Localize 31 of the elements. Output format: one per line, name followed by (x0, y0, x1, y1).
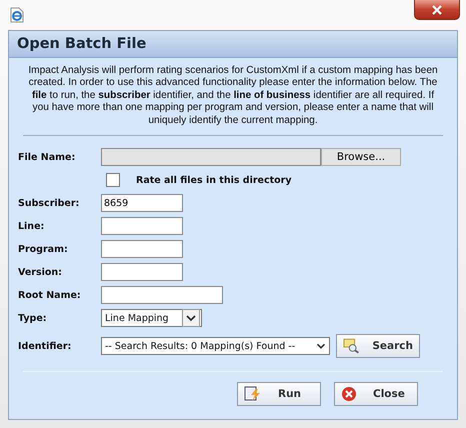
text-field[interactable] (101, 286, 223, 304)
field-label: Line: (18, 220, 46, 232)
close-icon (432, 4, 442, 14)
dialog-title: Open Batch File (17, 36, 146, 52)
close-icon (341, 386, 357, 402)
text-field[interactable]: 8659 (101, 194, 183, 212)
field-label: File Name: (18, 152, 76, 163)
identifier-dropdown[interactable]: -- Search Results: 0 Mapping(s) Found -- (101, 337, 330, 356)
search-icon (343, 338, 360, 354)
lightning-icon (244, 386, 262, 402)
run-button[interactable]: Run (237, 382, 321, 406)
field-label: Type: (18, 312, 48, 324)
dropdown-caret-icon[interactable] (182, 309, 200, 328)
search-button[interactable]: Search (336, 334, 420, 358)
browser-icon (10, 7, 24, 23)
browse-button[interactable]: Browse... (321, 148, 401, 166)
field-label: Identifier: (18, 340, 72, 352)
close-button[interactable] (414, 0, 460, 20)
checkbox-label: Rate all files in this directory (136, 174, 292, 186)
file-name-field[interactable] (101, 148, 321, 166)
text-field[interactable] (101, 240, 183, 258)
close-dialog-button[interactable]: Close (334, 382, 418, 406)
rate-all-checkbox[interactable] (106, 173, 120, 188)
description-text: Impact Analysis will perform rating scenarios for CustomXml if a custom mapping has been created. In order to use this advanced functionality please enter the information below. The file to run, the subscriber identifier, and the line of business identifier are all required. If you have more than one mapping per program and version, please enter a name that will uniquely identify the current mapping. (27, 65, 439, 128)
field-label: Subscriber: (18, 198, 80, 209)
field-label: Version: (18, 266, 63, 278)
text-field[interactable] (101, 217, 183, 236)
text-field[interactable] (101, 263, 183, 282)
field-label: Program: (18, 244, 69, 255)
type-dropdown[interactable]: Line Mapping (101, 309, 202, 328)
field-label: Root Name: (18, 290, 82, 301)
